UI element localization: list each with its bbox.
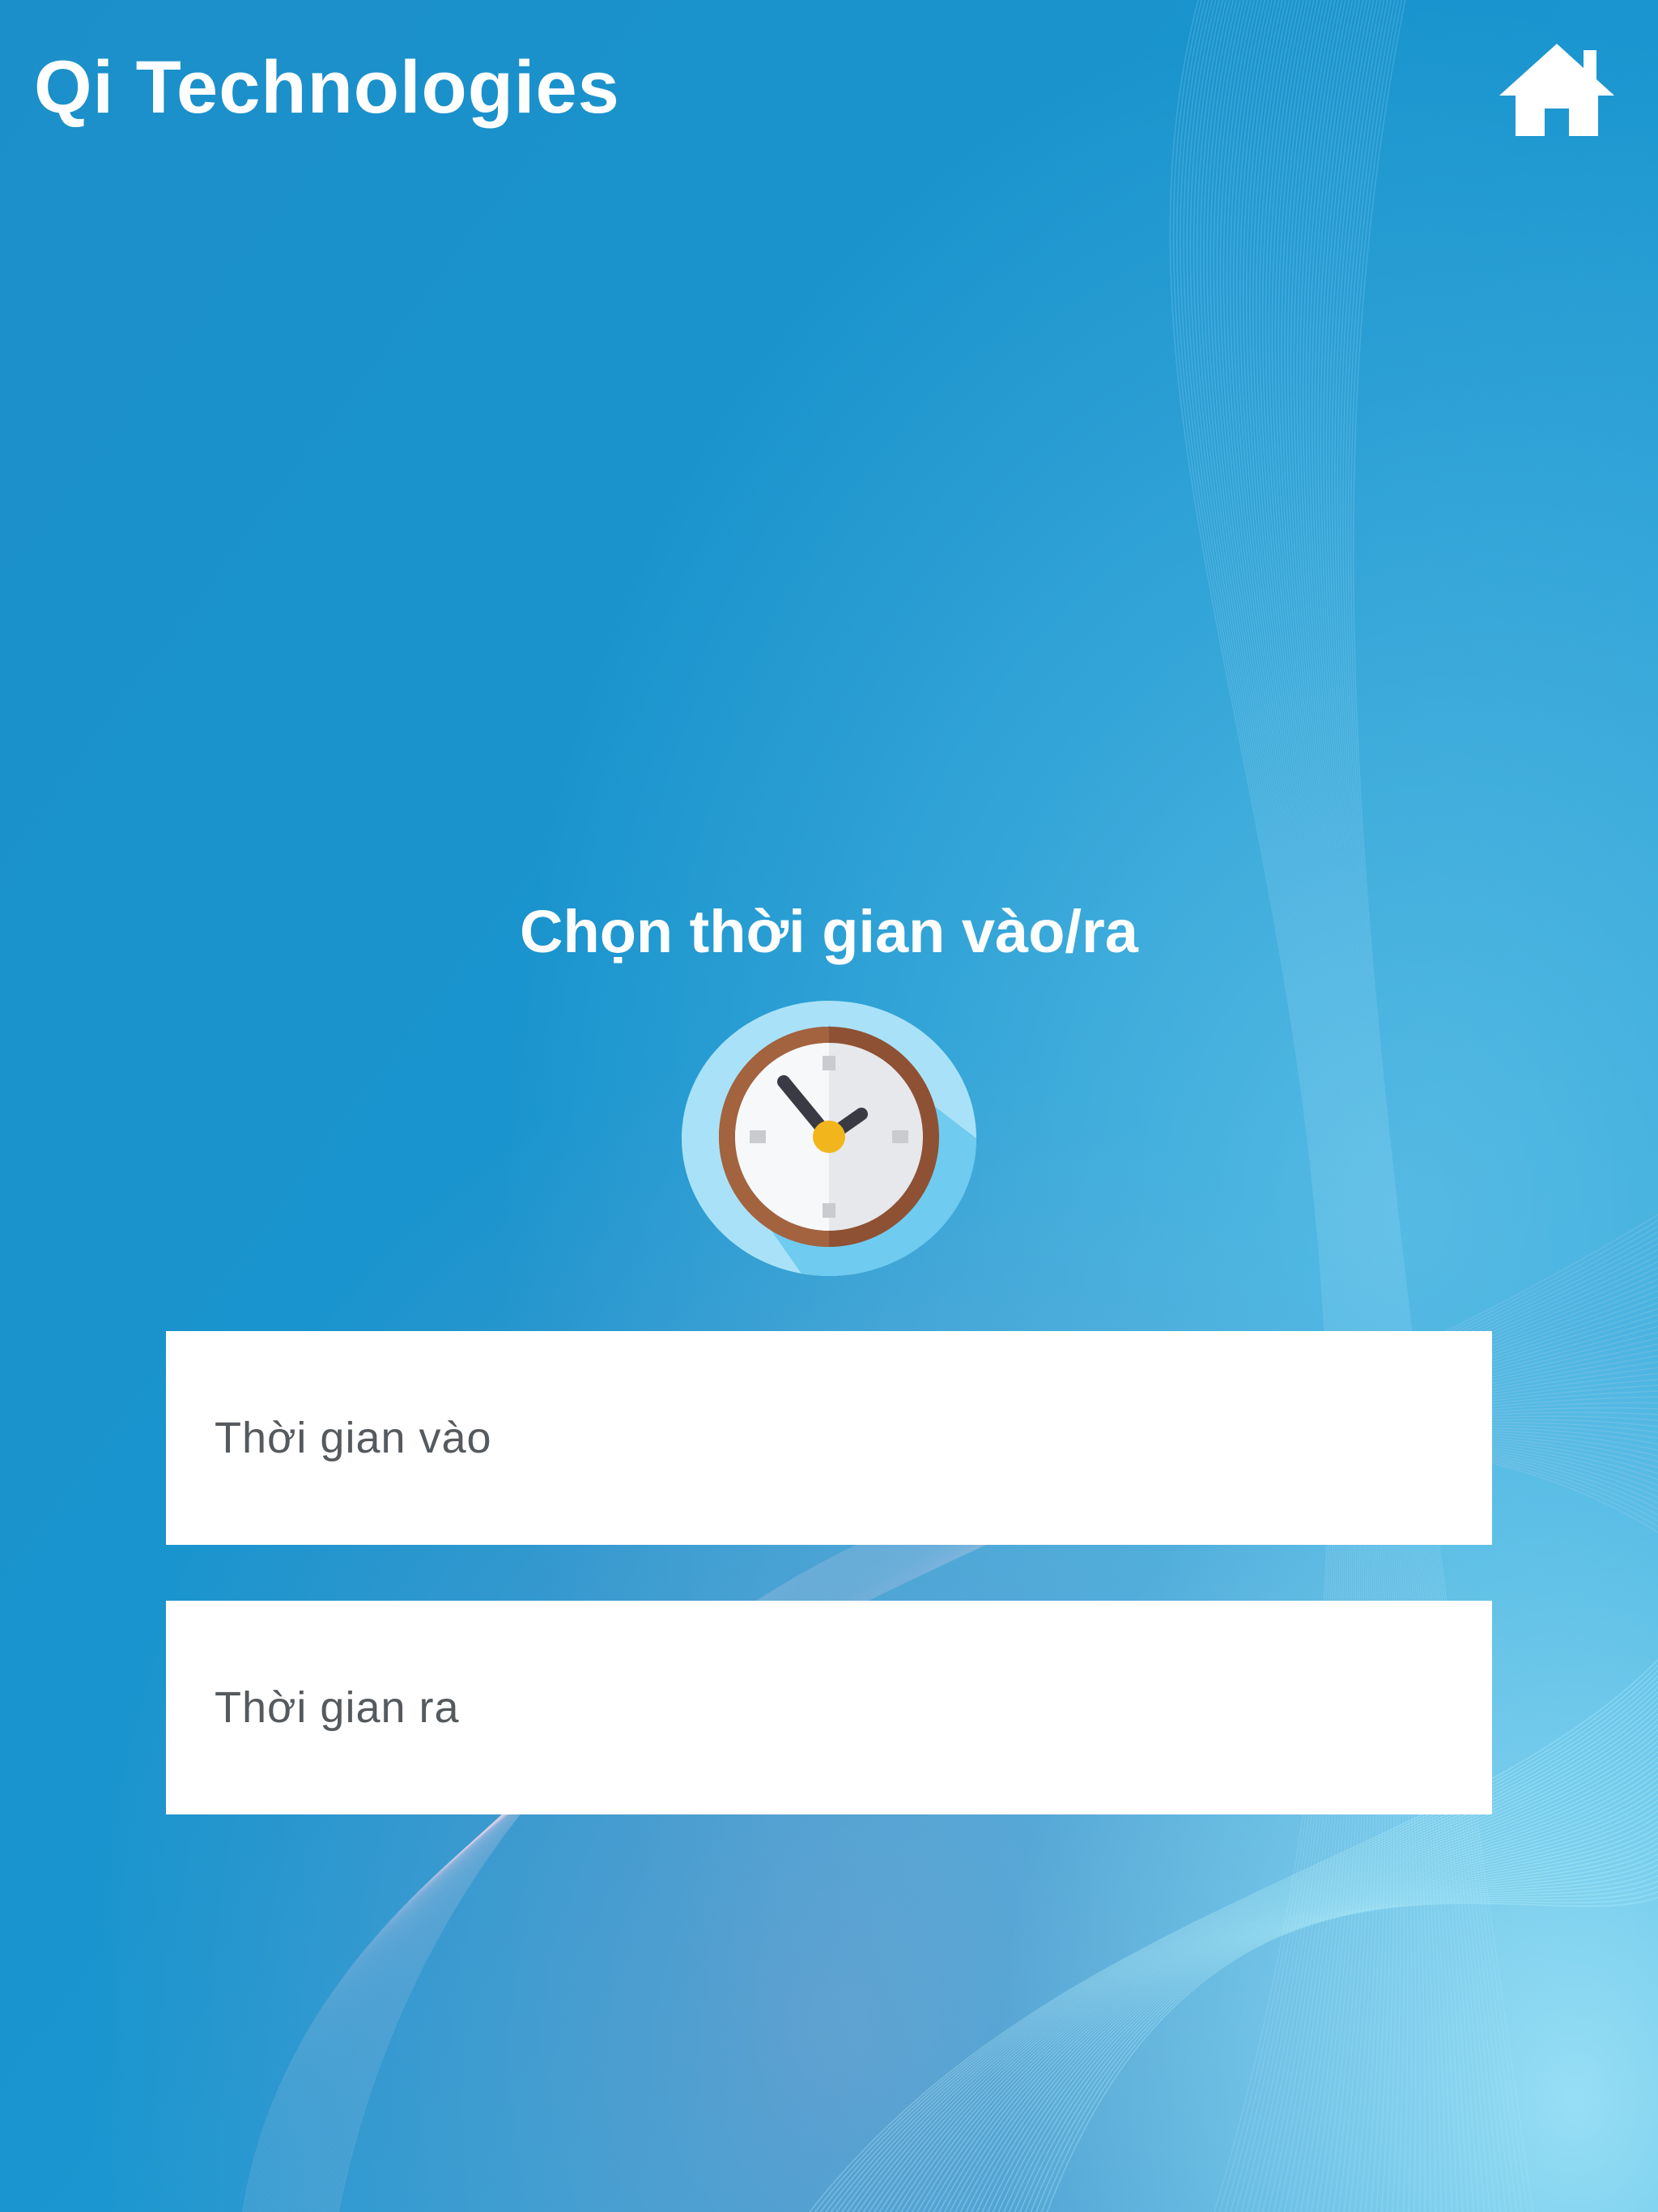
home-button[interactable] — [1496, 39, 1618, 139]
time-out-field[interactable]: Thời gian ra — [166, 1601, 1492, 1814]
time-in-field[interactable]: Thời gian vào — [166, 1331, 1492, 1545]
clock-icon — [682, 1001, 976, 1276]
home-icon — [1499, 44, 1614, 136]
section-title: Chọn thời gian vào/ra — [520, 898, 1138, 965]
time-in-placeholder: Thời gian vào — [215, 1414, 492, 1462]
app-title: Qi Technologies — [34, 46, 620, 129]
time-out-placeholder: Thời gian ra — [215, 1683, 460, 1732]
